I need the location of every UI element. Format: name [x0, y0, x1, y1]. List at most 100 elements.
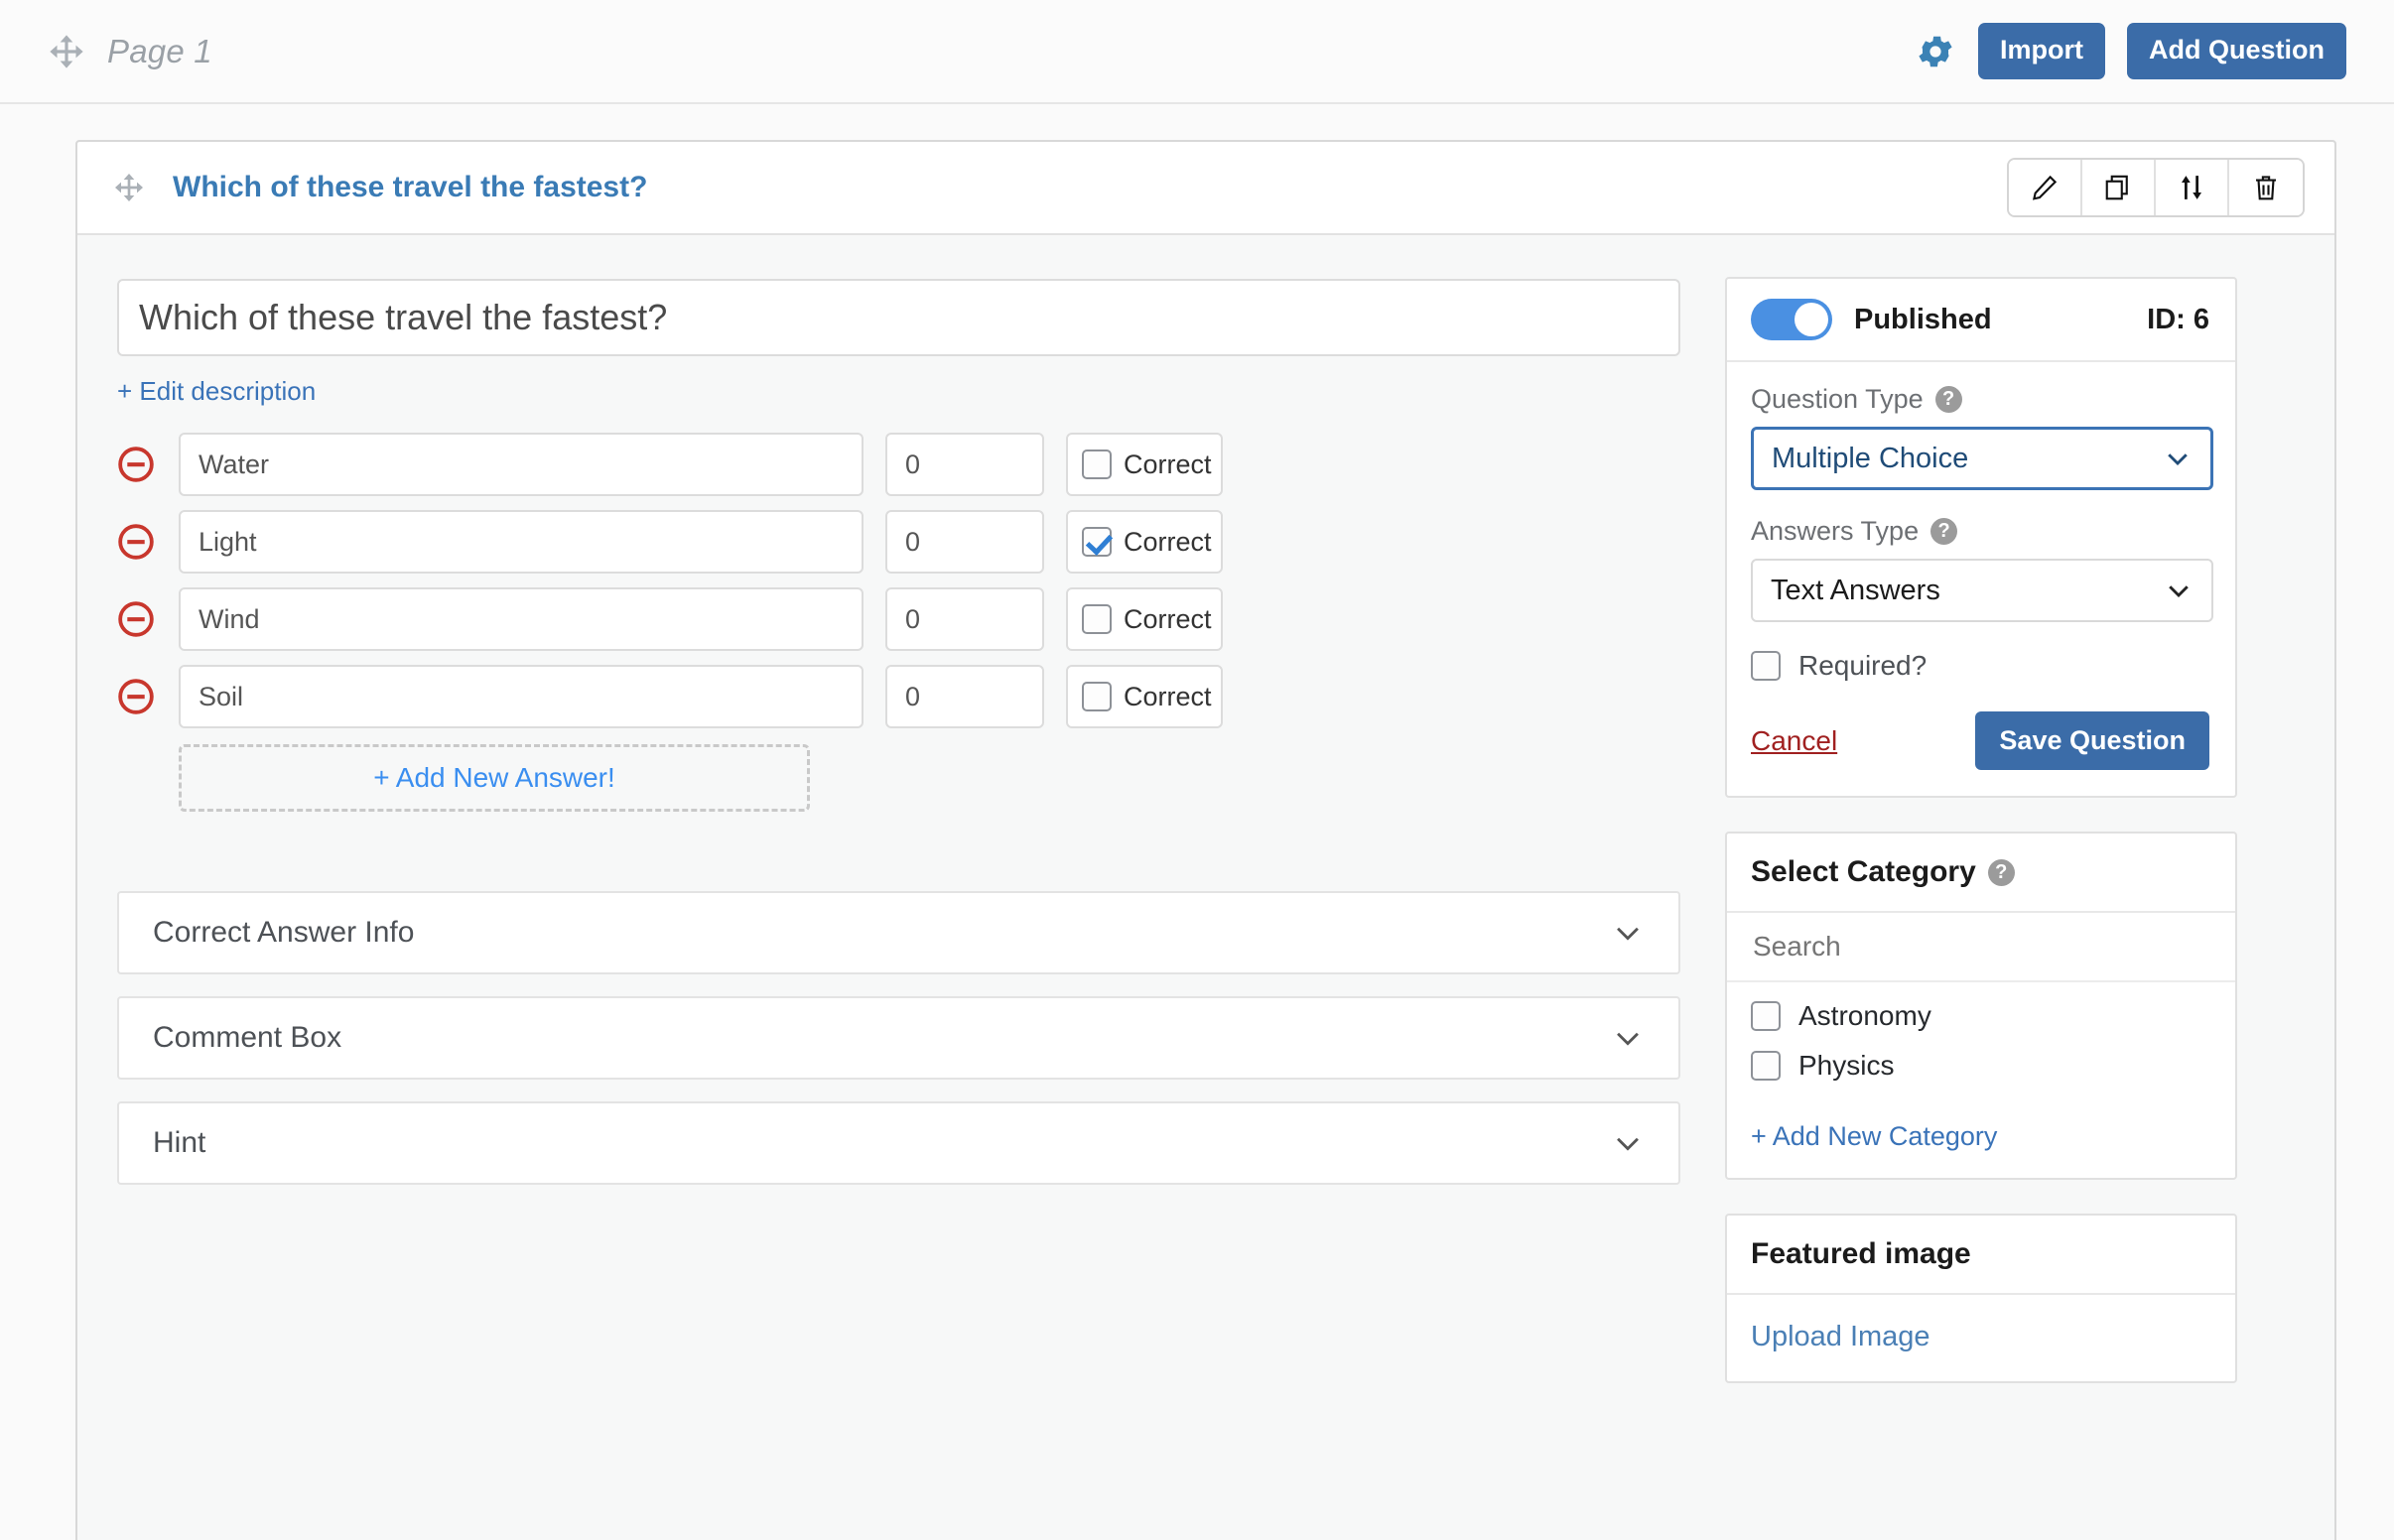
answers-type-select[interactable]: Text Answers: [1751, 559, 2213, 622]
editor-canvas: Which of these travel the fastest?: [0, 104, 2394, 1540]
publish-action-row: Cancel Save Question: [1751, 711, 2209, 770]
answer-score-input[interactable]: [885, 510, 1044, 574]
pencil-icon: [2030, 173, 2060, 202]
edit-question-button[interactable]: [2009, 160, 2082, 215]
question-move-icon[interactable]: [113, 172, 145, 203]
chevron-down-icon: [2164, 576, 2194, 605]
answer-correct-toggle[interactable]: Correct: [1066, 510, 1223, 574]
save-question-button[interactable]: Save Question: [1975, 711, 2209, 770]
answer-score-input[interactable]: [885, 587, 1044, 651]
answer-correct-toggle[interactable]: Correct: [1066, 433, 1223, 496]
remove-answer-icon[interactable]: [117, 678, 155, 715]
question-id-label: ID: 6: [2147, 304, 2209, 336]
answer-correct-label: Correct: [1124, 604, 1212, 635]
answers-type-help-icon[interactable]: ?: [1930, 518, 1957, 545]
answer-correct-checkbox[interactable]: [1082, 682, 1112, 711]
category-panel: Select Category ? Astronomy Physics + Add…: [1725, 832, 2237, 1180]
answers-list: Correct Correct Correct Correct: [117, 433, 1725, 728]
answer-correct-toggle[interactable]: Correct: [1066, 665, 1223, 728]
category-item[interactable]: Physics: [1751, 1050, 2209, 1082]
answer-text-input[interactable]: [179, 510, 864, 574]
question-type-value: Multiple Choice: [1772, 443, 1968, 475]
page-title: Page 1: [107, 33, 212, 70]
extra-sections: Correct Answer Info Comment Box Hint: [117, 891, 1725, 1185]
question-type-label-row: Question Type ?: [1751, 384, 2209, 415]
page-move-icon[interactable]: [48, 33, 85, 70]
category-label: Astronomy: [1798, 1000, 1931, 1032]
reorder-question-button[interactable]: [2156, 160, 2229, 215]
answer-correct-checkbox[interactable]: [1082, 527, 1112, 557]
chevron-down-icon: [2163, 444, 2193, 473]
remove-answer-icon[interactable]: [117, 523, 155, 561]
toolbar-right-group: Import Add Question: [1915, 23, 2394, 79]
category-checkbox[interactable]: [1751, 1001, 1781, 1031]
question-type-select[interactable]: Multiple Choice: [1751, 427, 2213, 490]
answer-correct-label: Correct: [1124, 449, 1212, 480]
featured-image-header: Featured image: [1727, 1216, 2235, 1295]
copy-icon: [2103, 173, 2133, 202]
accordion-label: Correct Answer Info: [153, 916, 414, 950]
add-new-answer-button[interactable]: + Add New Answer!: [179, 744, 810, 812]
required-checkbox[interactable]: [1751, 651, 1781, 681]
edit-description-link[interactable]: + Edit description: [117, 376, 316, 407]
accordion-section[interactable]: Correct Answer Info: [117, 891, 1680, 974]
accordion-section[interactable]: Comment Box: [117, 996, 1680, 1080]
cancel-link[interactable]: Cancel: [1751, 725, 1837, 757]
category-label: Physics: [1798, 1050, 1894, 1082]
accordion-section[interactable]: Hint: [117, 1101, 1680, 1185]
duplicate-question-button[interactable]: [2082, 160, 2156, 215]
question-card-body: + Edit description CorrectCorrectCorrect…: [77, 235, 2334, 1540]
question-main-column: + Edit description CorrectCorrectCorrect…: [77, 235, 1725, 1540]
published-label: Published: [1854, 304, 1992, 336]
delete-question-button[interactable]: [2229, 160, 2303, 215]
question-type-label: Question Type: [1751, 384, 1924, 415]
question-card: Which of these travel the fastest?: [75, 140, 2336, 1540]
category-search-input[interactable]: [1727, 913, 2235, 982]
category-panel-header: Select Category ?: [1727, 834, 2235, 913]
featured-image-panel: Featured image Upload Image: [1725, 1214, 2237, 1383]
publish-panel-header: Published ID: 6: [1727, 279, 2235, 362]
remove-answer-icon[interactable]: [117, 446, 155, 483]
accordion-label: Comment Box: [153, 1021, 341, 1055]
category-item[interactable]: Astronomy: [1751, 1000, 2209, 1032]
required-label: Required?: [1798, 650, 1927, 682]
question-title-input[interactable]: [117, 279, 1680, 356]
add-new-category-link[interactable]: + Add New Category: [1751, 1121, 1997, 1152]
published-toggle[interactable]: [1751, 299, 1832, 340]
featured-image-title: Featured image: [1751, 1237, 1971, 1271]
accordion-label: Hint: [153, 1126, 205, 1160]
answer-correct-label: Correct: [1124, 682, 1212, 712]
question-card-title: Which of these travel the fastest?: [173, 171, 647, 204]
category-checkbox[interactable]: [1751, 1051, 1781, 1081]
settings-gear-icon[interactable]: [1915, 31, 1956, 72]
chevron-down-icon: [1611, 1126, 1645, 1160]
publish-panel-body: Question Type ? Multiple Choice Answers …: [1727, 362, 2235, 796]
answer-text-input[interactable]: [179, 587, 864, 651]
answers-type-value: Text Answers: [1771, 575, 1940, 607]
question-type-help-icon[interactable]: ?: [1935, 386, 1962, 413]
upload-image-link[interactable]: Upload Image: [1751, 1321, 1930, 1353]
required-row[interactable]: Required?: [1751, 650, 2209, 682]
answer-row: Correct: [117, 665, 1725, 728]
answer-score-input[interactable]: [885, 433, 1044, 496]
answer-text-input[interactable]: [179, 433, 864, 496]
answer-correct-checkbox[interactable]: [1082, 604, 1112, 634]
answer-correct-checkbox[interactable]: [1082, 449, 1112, 479]
answer-row: Correct: [117, 433, 1725, 496]
answer-text-input[interactable]: [179, 665, 864, 728]
answer-row: Correct: [117, 587, 1725, 651]
question-card-header: Which of these travel the fastest?: [77, 142, 2334, 235]
category-panel-title: Select Category: [1751, 855, 1976, 889]
question-sidebar: Published ID: 6 Question Type ? Multiple…: [1725, 235, 2277, 1540]
category-help-icon[interactable]: ?: [1988, 859, 2015, 886]
import-button[interactable]: Import: [1978, 23, 2105, 79]
publish-panel: Published ID: 6 Question Type ? Multiple…: [1725, 277, 2237, 798]
answer-score-input[interactable]: [885, 665, 1044, 728]
answer-correct-toggle[interactable]: Correct: [1066, 587, 1223, 651]
add-question-button[interactable]: Add Question: [2127, 23, 2346, 79]
top-toolbar: Page 1 Import Add Question: [0, 0, 2394, 104]
answer-row: Correct: [117, 510, 1725, 574]
answers-type-label: Answers Type: [1751, 516, 1919, 547]
question-action-group: [2007, 158, 2305, 217]
remove-answer-icon[interactable]: [117, 600, 155, 638]
